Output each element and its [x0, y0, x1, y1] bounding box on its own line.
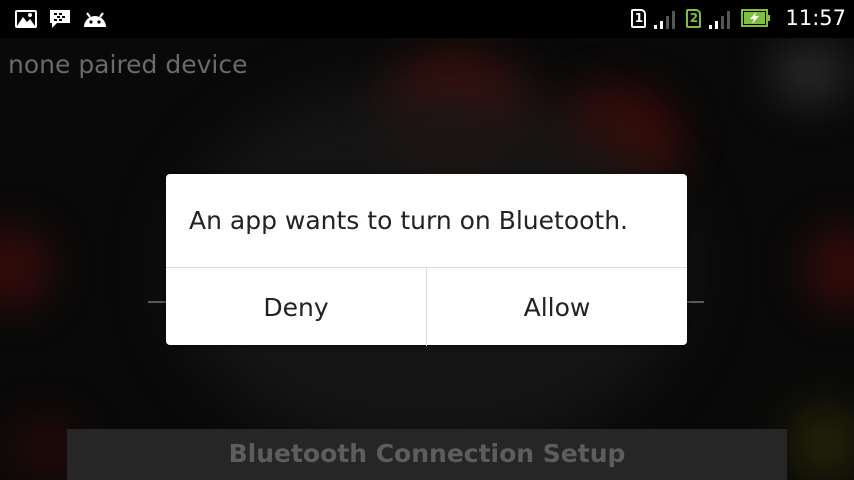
- notification-icons: [14, 8, 108, 30]
- bluetooth-permission-dialog: An app wants to turn on Bluetooth. Deny …: [166, 174, 687, 346]
- background-glow: [790, 408, 854, 478]
- bluetooth-setup-button[interactable]: Bluetooth Connection Setup: [67, 429, 787, 480]
- background-glow: [770, 43, 850, 103]
- system-icons: 1 2 11:57: [631, 6, 846, 30]
- dialog-buttons: Deny Allow: [166, 267, 687, 346]
- sim1-icon: 1: [631, 8, 647, 28]
- background-glow: [0, 228, 50, 308]
- bbm-chat-icon: [50, 10, 70, 28]
- status-bar: 1 2 11:57: [0, 0, 854, 38]
- background-glow: [805, 228, 854, 308]
- clock: 11:57: [785, 6, 846, 30]
- paired-status-text: none paired device: [8, 50, 248, 79]
- signal-icon: [709, 11, 731, 29]
- bluetooth-setup-label: Bluetooth Connection Setup: [228, 439, 626, 468]
- battery-charging-icon: [741, 9, 771, 27]
- divider: [686, 301, 704, 303]
- sim2-icon: 2: [686, 8, 702, 28]
- divider: [148, 301, 168, 303]
- android-icon: [84, 12, 106, 27]
- dialog-message: An app wants to turn on Bluetooth.: [189, 206, 629, 235]
- allow-button[interactable]: Allow: [426, 268, 687, 346]
- picture-icon: [15, 10, 37, 28]
- deny-button[interactable]: Deny: [166, 268, 426, 346]
- signal-icon: [654, 11, 676, 29]
